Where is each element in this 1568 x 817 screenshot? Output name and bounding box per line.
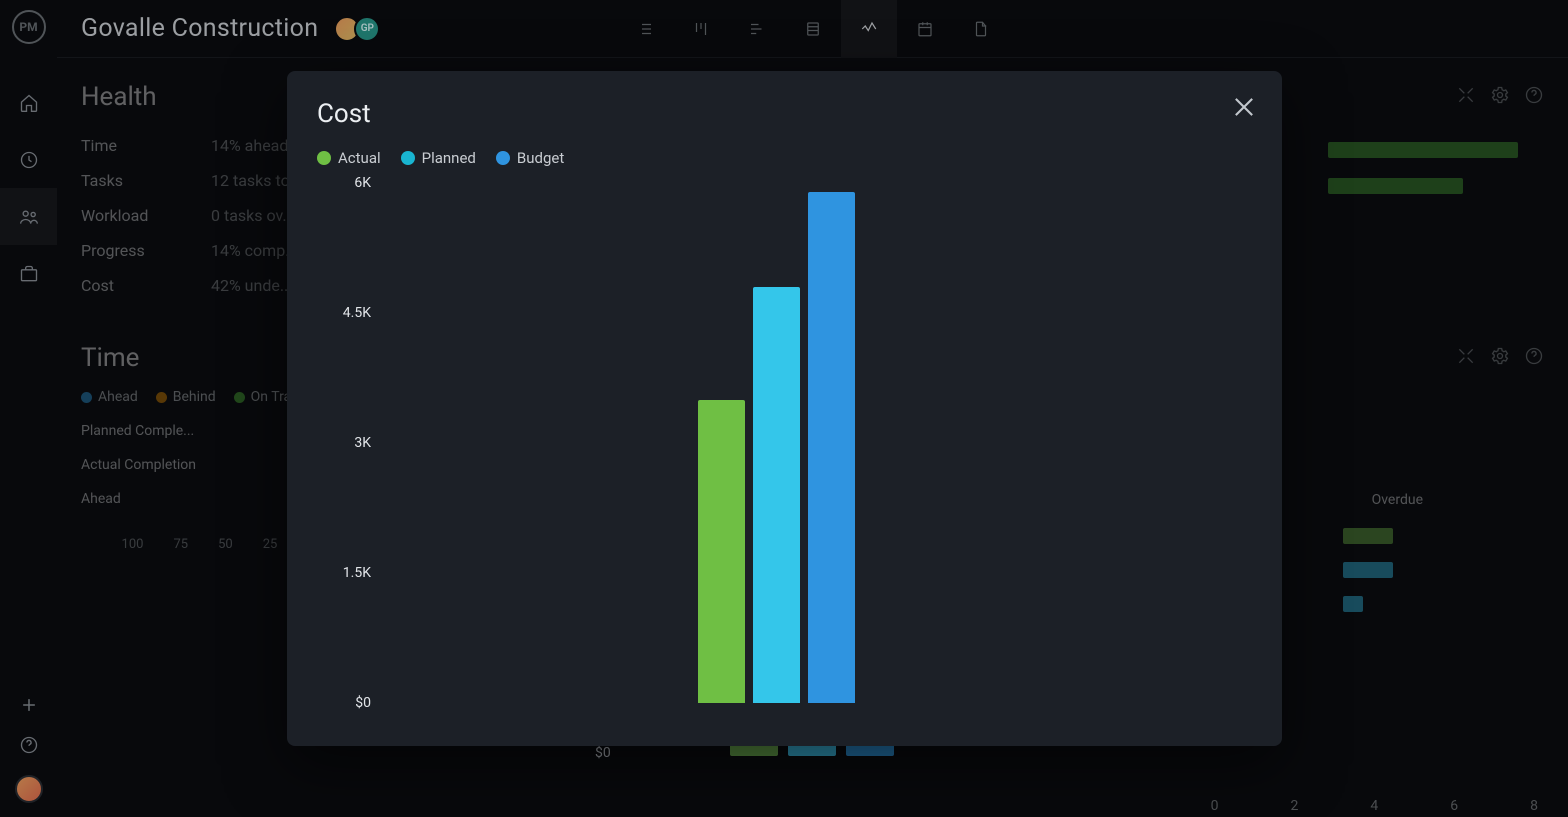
chart-bar-budget[interactable] <box>808 192 855 703</box>
legend-dot-icon <box>317 151 331 165</box>
chart-bar-actual[interactable] <box>698 400 745 703</box>
modal-title: Cost <box>317 99 1252 129</box>
y-tick-label: $0 <box>355 695 371 711</box>
legend-item: Budget <box>496 149 564 167</box>
cost-chart: 6K 4.5K 3K 1.5K $0 <box>317 173 1252 713</box>
y-tick-label: 3K <box>354 435 371 451</box>
chart-y-axis: 6K 4.5K 3K 1.5K $0 <box>317 173 377 713</box>
y-tick-label: 4.5K <box>343 305 371 321</box>
chart-bars <box>385 183 1246 703</box>
y-tick-label: 1.5K <box>343 565 371 581</box>
cost-modal: Cost Actual Planned Budget 6K 4.5K 3K 1.5K $0 <box>287 71 1282 746</box>
legend-item: Planned <box>401 149 476 167</box>
close-icon[interactable] <box>1230 93 1258 121</box>
chart-bar-planned[interactable] <box>753 287 800 703</box>
y-tick-label: 6K <box>354 175 371 191</box>
legend-dot-icon <box>401 151 415 165</box>
legend-item: Actual <box>317 149 381 167</box>
modal-legend: Actual Planned Budget <box>317 149 1252 167</box>
legend-dot-icon <box>496 151 510 165</box>
